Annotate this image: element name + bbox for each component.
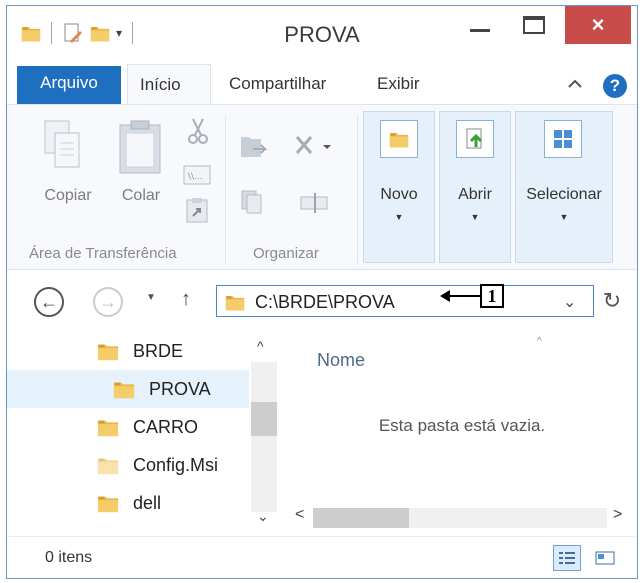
close-button[interactable]: × [565, 6, 631, 44]
large-icons-view-button[interactable] [591, 545, 619, 571]
ribbon: \\... Copiar Colar Área de Transferência… [7, 104, 637, 270]
open-button[interactable]: Abrir ▼ [439, 111, 511, 263]
chevron-down-icon: ▼ [559, 212, 569, 222]
refresh-button[interactable]: ↻ [597, 286, 627, 316]
maximize-icon [523, 16, 545, 34]
nav-item-label: Config.Msi [133, 454, 219, 475]
nav-item-carro[interactable]: CARRO [97, 408, 247, 446]
recent-locations-button[interactable]: ▼ [146, 292, 156, 303]
callout-number-box: 1 [480, 284, 504, 308]
chevron-down-icon: ▼ [470, 212, 480, 222]
nav-item-prova[interactable]: PROVA [7, 370, 249, 408]
minimize-button[interactable] [454, 6, 506, 44]
explorer-window: ▾ PROVA × Arquivo Início Compartilhar Ex… [6, 5, 638, 579]
new-folder-large-icon [380, 120, 418, 158]
properties-icon[interactable] [62, 22, 84, 44]
tab-exibir[interactable]: Exibir [365, 64, 432, 104]
group-divider [225, 115, 226, 265]
folder-icon [225, 292, 245, 312]
close-icon: × [591, 12, 605, 37]
up-button[interactable]: ↑ [181, 288, 191, 311]
svg-text:\\...: \\... [188, 172, 203, 182]
forward-button[interactable]: → [93, 287, 123, 317]
column-header-nome[interactable]: Nome [317, 350, 365, 371]
group-divider [357, 115, 358, 265]
paste-button[interactable]: Colar [113, 187, 169, 205]
collapse-ribbon-icon[interactable] [567, 76, 583, 92]
folder-icon [21, 22, 41, 44]
callout-arrow-icon [440, 290, 450, 302]
rename-icon [300, 193, 328, 213]
scroll-left-button[interactable]: < [295, 506, 304, 524]
nav-pane-scrollbar[interactable]: ^ ⌄ [249, 332, 279, 534]
callout-arrow-line [446, 295, 480, 297]
address-path[interactable]: C:\BRDE\PROVA [255, 292, 395, 313]
scroll-down-button[interactable]: ⌄ [257, 508, 269, 525]
content-pane: ^ Nome Esta pasta está vazia. < > [287, 332, 637, 534]
copy-to-icon [241, 190, 262, 214]
copy-icon [44, 120, 80, 168]
details-view-button[interactable] [553, 545, 581, 571]
large-icons-view-icon [595, 551, 615, 565]
navigation-pane: BRDE PROVA CARRO Config.Msi dell ^ ⌄ [7, 332, 283, 534]
minimize-icon [470, 28, 490, 32]
copy-button[interactable]: Copiar [37, 187, 99, 205]
empty-folder-message: Esta pasta está vazia. [378, 416, 546, 435]
organize-group-label: Organizar [253, 245, 319, 262]
delete-icon [295, 136, 331, 154]
nav-item-label: BRDE [133, 340, 184, 361]
navigation-bar: ← → ▼ ↑ C:\BRDE\PROVA ⌄ ↻ [7, 276, 637, 326]
scrollbar-thumb[interactable] [313, 508, 409, 528]
item-count: 0 itens [45, 549, 93, 566]
paste-icon [119, 120, 161, 174]
folder-icon [97, 492, 119, 514]
select-icon [544, 120, 582, 158]
folder-icon [97, 340, 119, 362]
status-bar: 0 itens [7, 536, 637, 578]
select-button[interactable]: Selecionar ▼ [515, 111, 613, 263]
open-icon [456, 120, 494, 158]
title-bar: ▾ PROVA × [7, 6, 637, 60]
nav-item-dell[interactable]: dell [97, 484, 247, 522]
scroll-up-button[interactable]: ^ [257, 338, 264, 354]
open-label: Abrir [458, 186, 492, 203]
new-folder-icon[interactable] [90, 22, 110, 44]
paste-shortcut-icon [186, 198, 208, 223]
nav-item-brde[interactable]: BRDE [97, 332, 247, 370]
clipboard-group-label: Área de Transferência [29, 245, 177, 262]
new-label: Novo [380, 186, 418, 203]
nav-item-label: CARRO [133, 416, 199, 437]
details-view-icon [559, 552, 575, 564]
cut-icon [188, 118, 208, 144]
quick-access-dropdown[interactable]: ▾ [116, 26, 122, 40]
address-dropdown-icon[interactable]: ⌄ [563, 292, 576, 312]
nav-item-label: PROVA [149, 378, 211, 399]
tab-compartilhar[interactable]: Compartilhar [217, 64, 338, 104]
tab-arquivo[interactable]: Arquivo [17, 66, 121, 104]
tab-inicio[interactable]: Início [127, 64, 211, 104]
ribbon-tabs: Arquivo Início Compartilhar Exibir ? [7, 64, 637, 104]
help-button[interactable]: ? [603, 74, 627, 98]
toolbar-separator [132, 22, 134, 44]
move-to-icon [241, 137, 268, 157]
folder-icon [97, 454, 119, 476]
sort-indicator-icon: ^ [537, 336, 542, 347]
nav-item-config-msi[interactable]: Config.Msi [97, 446, 247, 484]
select-label: Selecionar [526, 186, 602, 203]
maximize-button[interactable] [509, 6, 559, 44]
copy-path-icon: \\... [183, 165, 211, 185]
toolbar-separator [51, 22, 52, 44]
scrollbar-thumb[interactable] [251, 402, 277, 436]
folder-icon [113, 378, 135, 400]
scrollbar-track[interactable] [251, 362, 277, 512]
address-bar[interactable]: C:\BRDE\PROVA ⌄ [216, 285, 594, 317]
scroll-right-button[interactable]: > [613, 506, 622, 524]
new-button[interactable]: Novo ▼ [363, 111, 435, 263]
quick-access-toolbar: ▾ [21, 22, 137, 44]
chevron-down-icon: ▼ [394, 212, 404, 222]
content-horizontal-scrollbar[interactable]: < > [287, 504, 635, 532]
folder-icon [97, 416, 119, 438]
back-button[interactable]: ← [34, 287, 64, 317]
nav-item-label: dell [133, 492, 162, 513]
